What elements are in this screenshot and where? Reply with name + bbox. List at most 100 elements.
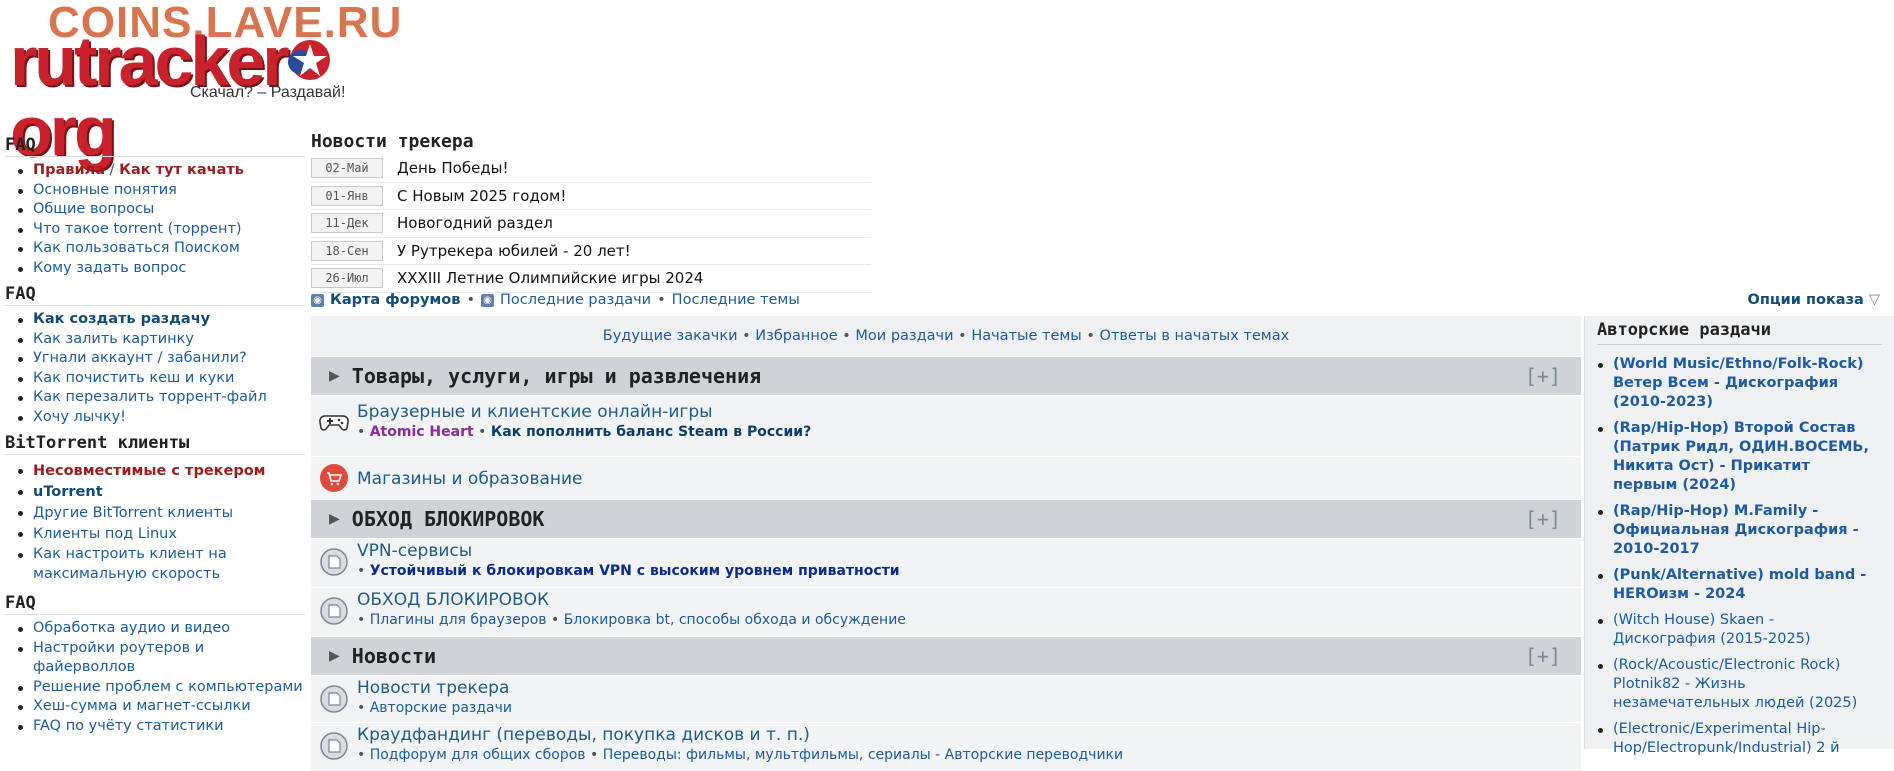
expand-button[interactable]: [+] <box>1525 507 1561 531</box>
forum-row: ОБХОД БЛОКИРОВОК • Плагины для браузеров… <box>311 587 1581 636</box>
latest-topics-link[interactable]: Последние темы <box>672 292 800 308</box>
release-item[interactable]: (Rock/Acoustic/Electronic Rock) Plotnik8… <box>1585 656 1873 713</box>
release-item[interactable]: (Witch House) Skaen - Дискография (2015-… <box>1585 611 1873 649</box>
sidebar-item[interactable]: Общие вопросы <box>5 200 305 220</box>
news-link[interactable]: У Рутрекера юбилей - 20 лет! <box>397 242 631 260</box>
triangle-right-icon: ▶ <box>329 368 340 384</box>
news-item: 18-Сен У Рутрекера юбилей - 20 лет! <box>311 238 871 265</box>
favorites-link[interactable]: Избранное <box>755 328 837 344</box>
news-date: 11-Дек <box>311 213 383 234</box>
news-date: 18-Сен <box>311 240 383 261</box>
forum-row: Магазины и образование <box>311 456 1581 499</box>
forum-row: Браузерные и клиентские онлайн-игры • At… <box>311 395 1581 456</box>
sidebar-item[interactable]: Как залить картинку <box>5 330 305 350</box>
sidebar-item[interactable]: Клиенты под Linux <box>5 524 305 545</box>
release-item[interactable]: (Rap/Hip-Hop) Второй Состав (Патрик Ридл… <box>1585 419 1873 495</box>
sidebar: FAQ Правила / Как тут качать Основные по… <box>5 134 305 736</box>
triangle-right-icon: ▶ <box>329 648 340 664</box>
news-link[interactable]: С Новым 2025 годом! <box>397 187 566 205</box>
subforum-list: • Подфорум для общих сборов • Переводы: … <box>357 747 1124 763</box>
sidebar-section-faq-2: FAQ Как создать раздачу Как залить карти… <box>5 283 305 427</box>
sidebar-item[interactable]: Как перезалить торрент-файл <box>5 388 305 408</box>
subforum-link[interactable]: Плагины для браузеров <box>370 612 547 628</box>
sidebar-item[interactable]: Кому задать вопрос <box>5 259 305 279</box>
news-item: 02-Май День Победы! <box>311 155 871 183</box>
forum-icon <box>320 685 348 713</box>
sidebar-item[interactable]: Что такое torrent (торрент) <box>5 220 305 240</box>
expand-button[interactable]: [+] <box>1525 364 1561 388</box>
forum-title-link[interactable]: Новости трекера <box>357 678 509 698</box>
subforum-link[interactable]: Подфорум для общих сборов <box>370 747 586 763</box>
expand-button[interactable]: [+] <box>1525 644 1561 668</box>
cart-icon <box>320 464 348 492</box>
subforum-list: • Авторские раздачи <box>357 700 513 716</box>
sidebar-item[interactable]: Угнали аккаунт / забанили? <box>5 349 305 369</box>
sidebar-item[interactable]: Как пользоваться Поиском <box>5 239 305 259</box>
forum-title-link[interactable]: Краудфандинг (переводы, покупка дисков и… <box>357 725 810 745</box>
news-date: 02-Май <box>311 158 383 179</box>
release-item[interactable]: (Electronic/Experimental Hip-Hop/Electro… <box>1585 720 1873 758</box>
forum-links-row: ◉ Карта форумов • ◉ Последние раздачи • … <box>311 292 800 308</box>
rules-link[interactable]: Правила <box>33 162 105 178</box>
sidebar-item[interactable]: Хеш-сумма и магнет-ссылки <box>5 697 305 717</box>
subforum-link[interactable]: Устойчивый к блокировкам VPN с высоким у… <box>370 563 900 579</box>
rss-icon: ◉ <box>481 293 494 307</box>
sidebar-item[interactable]: Как создать раздачу <box>5 310 305 330</box>
future-downloads-link[interactable]: Будущие закачки <box>603 328 738 344</box>
triangle-right-icon: ▶ <box>329 511 340 527</box>
news-link[interactable]: XXXIII Летние Олимпийские игры 2024 <box>397 269 703 287</box>
release-item[interactable]: (Punk/Alternative) mold band - HEROизм -… <box>1585 566 1873 604</box>
subforum-list: • Atomic Heart • Как пополнить баланс St… <box>357 424 812 440</box>
sidebar-item[interactable]: Основные понятия <box>5 181 305 201</box>
how-to-download-link[interactable]: Как тут качать <box>119 162 244 178</box>
sidebar-item[interactable]: Несовместимые с трекером <box>5 461 305 482</box>
category-header[interactable]: ▶ Товары, услуги, игры и развлечения [+] <box>311 356 1581 395</box>
panel-title: Авторские раздачи <box>1597 320 1882 345</box>
subforum-link[interactable]: Переводы: фильмы, мультфильмы, сериалы -… <box>603 747 1123 763</box>
started-topics-link[interactable]: Начатые темы <box>971 328 1081 344</box>
sidebar-item[interactable]: uTorrent <box>5 482 305 503</box>
sidebar-item[interactable]: Обработка аудио и видео <box>5 619 305 639</box>
sidebar-section-title: FAQ <box>5 134 305 157</box>
forum-title-link[interactable]: Магазины и образование <box>357 469 583 489</box>
subforum-link[interactable]: Блокировка bt, способы обхода и обсужден… <box>564 612 906 628</box>
forum-title-link[interactable]: VPN-сервисы <box>357 541 472 561</box>
news-title: Новости трекера <box>311 131 474 152</box>
forum-title-link[interactable]: ОБХОД БЛОКИРОВОК <box>357 590 549 610</box>
forum-row: VPN-сервисы • Устойчивый к блокировкам V… <box>311 538 1581 587</box>
sidebar-item: Правила / Как тут качать <box>5 161 305 181</box>
sidebar-item[interactable]: Настройки роутеров и файерволлов <box>5 639 305 678</box>
category-header[interactable]: ▶ ОБХОД БЛОКИРОВОК [+] <box>311 499 1581 538</box>
subforum-link[interactable]: Авторские раздачи <box>370 700 512 716</box>
sidebar-item[interactable]: Хочу лычку! <box>5 408 305 428</box>
category-title: ОБХОД БЛОКИРОВОК <box>351 507 545 531</box>
subforum-link[interactable]: Как пополнить баланс Steam в России? <box>491 424 811 440</box>
site-logo[interactable]: rutrackerorg Скачал? – Раздавай! <box>10 26 415 166</box>
news-item: 26-Июл XXXIII Летние Олимпийские игры 202… <box>311 265 871 293</box>
sidebar-item[interactable]: Как настроить клиент на максимальную ско… <box>5 545 248 584</box>
subforum-list: • Плагины для браузеров • Блокировка bt,… <box>357 612 906 628</box>
sidebar-item[interactable]: Решение проблем с компьютерами <box>5 678 305 698</box>
sidebar-section-faq-1: FAQ Правила / Как тут качать Основные по… <box>5 134 305 278</box>
forum-row: Новости трекера • Авторские раздачи <box>311 675 1581 722</box>
sidebar-item[interactable]: Как почистить кеш и куки <box>5 369 305 389</box>
sidebar-item[interactable]: Другие BitTorrent клиенты <box>5 503 305 524</box>
my-releases-link[interactable]: Мои раздачи <box>855 328 953 344</box>
forum-row: Краудфандинг (переводы, покупка дисков и… <box>311 722 1581 771</box>
display-options-button[interactable]: Опции показа ▽ <box>1748 292 1881 308</box>
replies-link[interactable]: Ответы в начатых темах <box>1100 328 1290 344</box>
news-link[interactable]: День Победы! <box>397 159 509 177</box>
latest-releases-link[interactable]: Последние раздачи <box>500 292 651 308</box>
forum-map-link[interactable]: Карта форумов <box>330 292 460 308</box>
category-title: Новости <box>351 644 437 668</box>
release-item[interactable]: (Rap/Hip-Hop) M.Family - Официальная Дис… <box>1585 502 1873 559</box>
subforum-link[interactable]: Atomic Heart <box>370 424 474 440</box>
forum-title-link[interactable]: Браузерные и клиентские онлайн-игры <box>357 402 713 422</box>
sidebar-section-title: FAQ <box>5 283 305 306</box>
star-icon <box>288 40 330 80</box>
news-link[interactable]: Новогодний раздел <box>397 214 553 232</box>
category-header[interactable]: ▶ Новости [+] <box>311 636 1581 675</box>
sidebar-item[interactable]: FAQ по учёту статистики <box>5 717 305 737</box>
forum-icon <box>320 548 348 576</box>
release-item[interactable]: (World Music/Ethno/Folk-Rock) Ветер Всем… <box>1585 355 1873 412</box>
